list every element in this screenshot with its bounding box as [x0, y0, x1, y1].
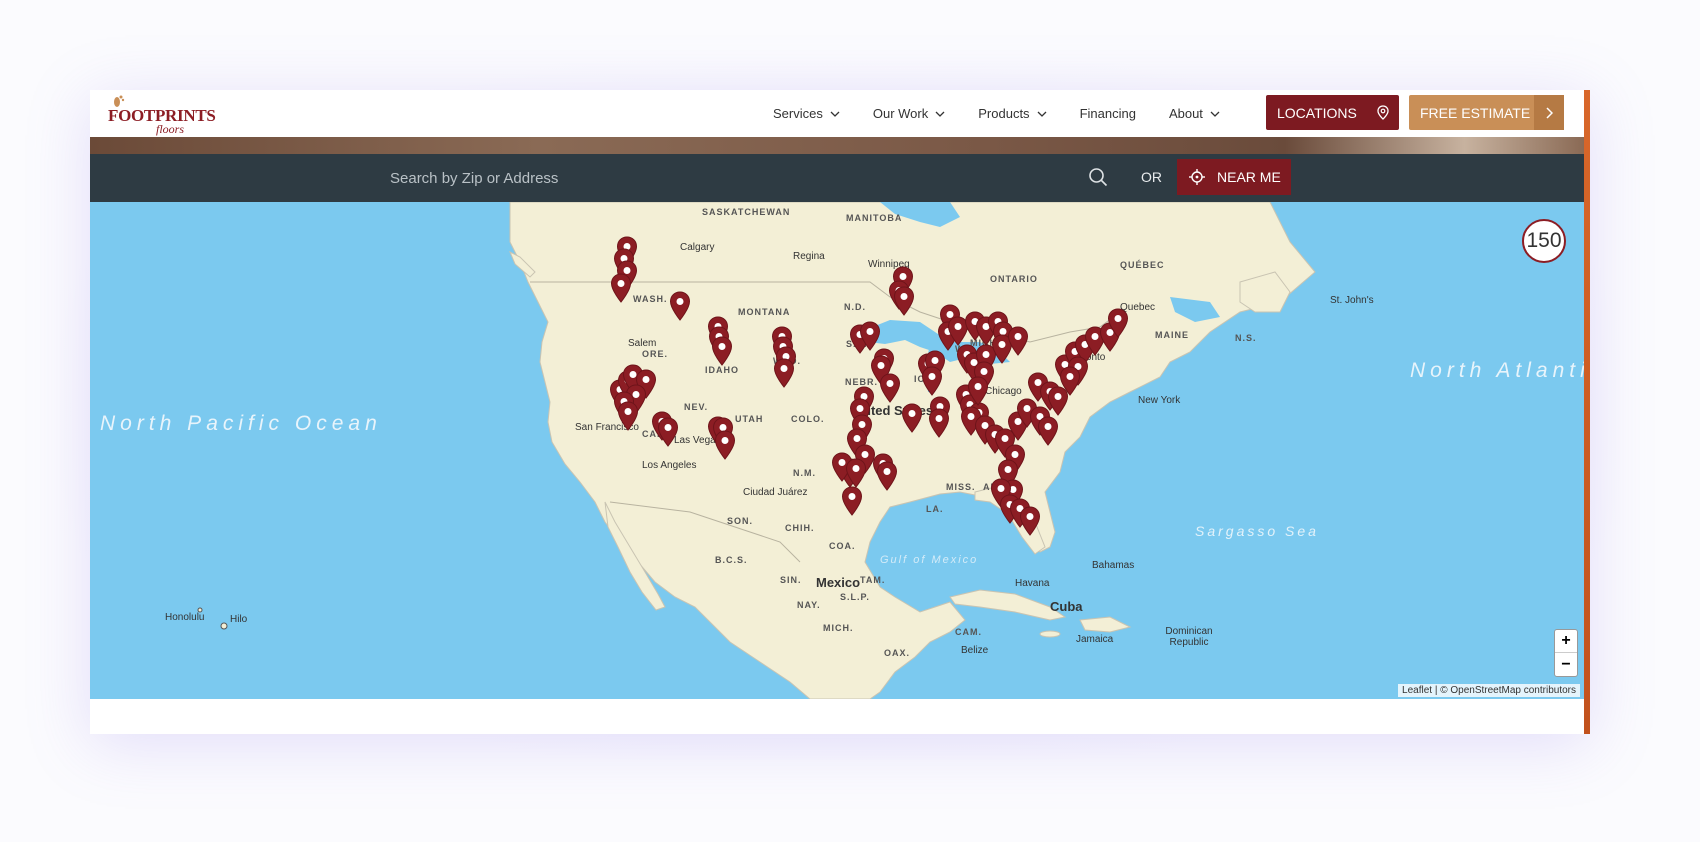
location-pins-layer	[90, 202, 1584, 699]
map-pin-icon	[845, 458, 867, 488]
location-pin-marker[interactable]	[967, 376, 989, 406]
location-pin-marker[interactable]	[876, 461, 898, 491]
map-pin-icon	[714, 430, 736, 460]
map-pin-icon	[1019, 506, 1041, 536]
nav-our-work-label: Our Work	[872, 106, 929, 121]
chevron-down-icon	[1210, 111, 1220, 117]
nav-products[interactable]: Products	[978, 106, 1047, 121]
site-header: FOOTPRINTS floors Services Our Work Prod…	[90, 90, 1584, 137]
nav-products-label: Products	[978, 106, 1030, 121]
location-pin-marker[interactable]	[845, 458, 867, 488]
nav-financing[interactable]: Financing	[1080, 106, 1136, 121]
chevron-right-icon	[1534, 95, 1564, 130]
location-pin-marker[interactable]	[1019, 506, 1041, 536]
location-pin-marker[interactable]	[1037, 416, 1059, 446]
chevron-down-icon	[935, 111, 945, 117]
location-pin-marker[interactable]	[1107, 308, 1129, 338]
zoom-in-button[interactable]: +	[1555, 630, 1577, 653]
location-pin-marker[interactable]	[669, 291, 691, 321]
map-pin-icon	[1007, 326, 1029, 356]
map-attribution[interactable]: Leaflet | © OpenStreetMap contributors	[1398, 684, 1580, 697]
map-pin-icon	[921, 366, 943, 396]
nav-services-label: Services	[773, 106, 823, 121]
logo-text-bottom: floors	[156, 122, 185, 136]
location-pin-marker[interactable]	[879, 373, 901, 403]
location-pin-marker[interactable]	[1007, 326, 1029, 356]
location-pin-marker[interactable]	[928, 408, 950, 438]
search-input[interactable]	[380, 161, 1118, 195]
chevron-down-icon	[1037, 111, 1047, 117]
or-separator: OR	[1141, 169, 1162, 185]
location-pin-marker[interactable]	[859, 321, 881, 351]
map-pin-icon	[879, 373, 901, 403]
location-pin-marker[interactable]	[1059, 366, 1081, 396]
locations-map[interactable]: North Pacific Ocean North Atlantic Ocean…	[90, 202, 1584, 699]
map-pin-icon	[893, 286, 915, 316]
location-pin-marker[interactable]	[714, 430, 736, 460]
page-below-map	[90, 699, 1584, 734]
map-pin-icon	[773, 358, 795, 388]
nav-about[interactable]: About	[1169, 106, 1220, 121]
map-pin-icon	[1107, 308, 1129, 338]
location-pin-marker[interactable]	[773, 358, 795, 388]
location-search-bar: OR NEAR ME	[90, 154, 1584, 202]
zoom-out-button[interactable]: −	[1555, 653, 1577, 676]
location-pin-marker[interactable]	[841, 486, 863, 516]
map-pin-icon	[876, 461, 898, 491]
location-pin-icon	[1377, 105, 1389, 120]
zoom-control: + −	[1554, 629, 1578, 677]
location-pin-marker[interactable]	[901, 403, 923, 433]
nav-financing-label: Financing	[1079, 106, 1136, 121]
location-pin-marker[interactable]	[657, 417, 679, 447]
hero-image-strip	[90, 137, 1584, 154]
nav-our-work[interactable]: Our Work	[873, 106, 945, 121]
free-estimate-button[interactable]: FREE ESTIMATE	[1409, 95, 1564, 130]
map-pin-icon	[1037, 416, 1059, 446]
main-nav: Services Our Work Products Financing Abo…	[773, 90, 1253, 137]
nav-services[interactable]: Services	[773, 106, 840, 121]
location-pin-marker[interactable]	[893, 286, 915, 316]
map-pin-icon	[610, 273, 632, 303]
map-pin-icon	[711, 336, 733, 366]
location-pin-marker[interactable]	[610, 273, 632, 303]
location-pin-marker[interactable]	[711, 336, 733, 366]
locations-button[interactable]: LOCATIONS	[1266, 95, 1399, 130]
search-icon[interactable]	[1088, 167, 1108, 187]
map-pin-icon	[859, 321, 881, 351]
map-pin-icon	[901, 403, 923, 433]
marker-cluster-count: 150	[1526, 229, 1562, 252]
browser-frame: FOOTPRINTS floors Services Our Work Prod…	[90, 90, 1590, 734]
map-pin-icon	[967, 376, 989, 406]
nav-about-label: About	[1168, 106, 1203, 121]
marker-cluster[interactable]: 150	[1522, 219, 1566, 263]
crosshair-icon	[1189, 169, 1205, 185]
map-pin-icon	[669, 291, 691, 321]
location-pin-marker[interactable]	[617, 401, 639, 431]
map-pin-icon	[841, 486, 863, 516]
map-pin-icon	[928, 408, 950, 438]
map-pin-icon	[657, 417, 679, 447]
free-estimate-button-label: FREE ESTIMATE	[1420, 104, 1531, 121]
near-me-button-label: NEAR ME	[1217, 169, 1281, 185]
chevron-down-icon	[830, 111, 840, 117]
near-me-button[interactable]: NEAR ME	[1177, 159, 1291, 195]
footprints-logo[interactable]: FOOTPRINTS floors	[106, 94, 216, 136]
locations-button-label: LOCATIONS	[1277, 104, 1357, 121]
map-pin-icon	[1059, 366, 1081, 396]
map-pin-icon	[617, 401, 639, 431]
location-pin-marker[interactable]	[921, 366, 943, 396]
page-edge-accent	[1584, 90, 1590, 734]
